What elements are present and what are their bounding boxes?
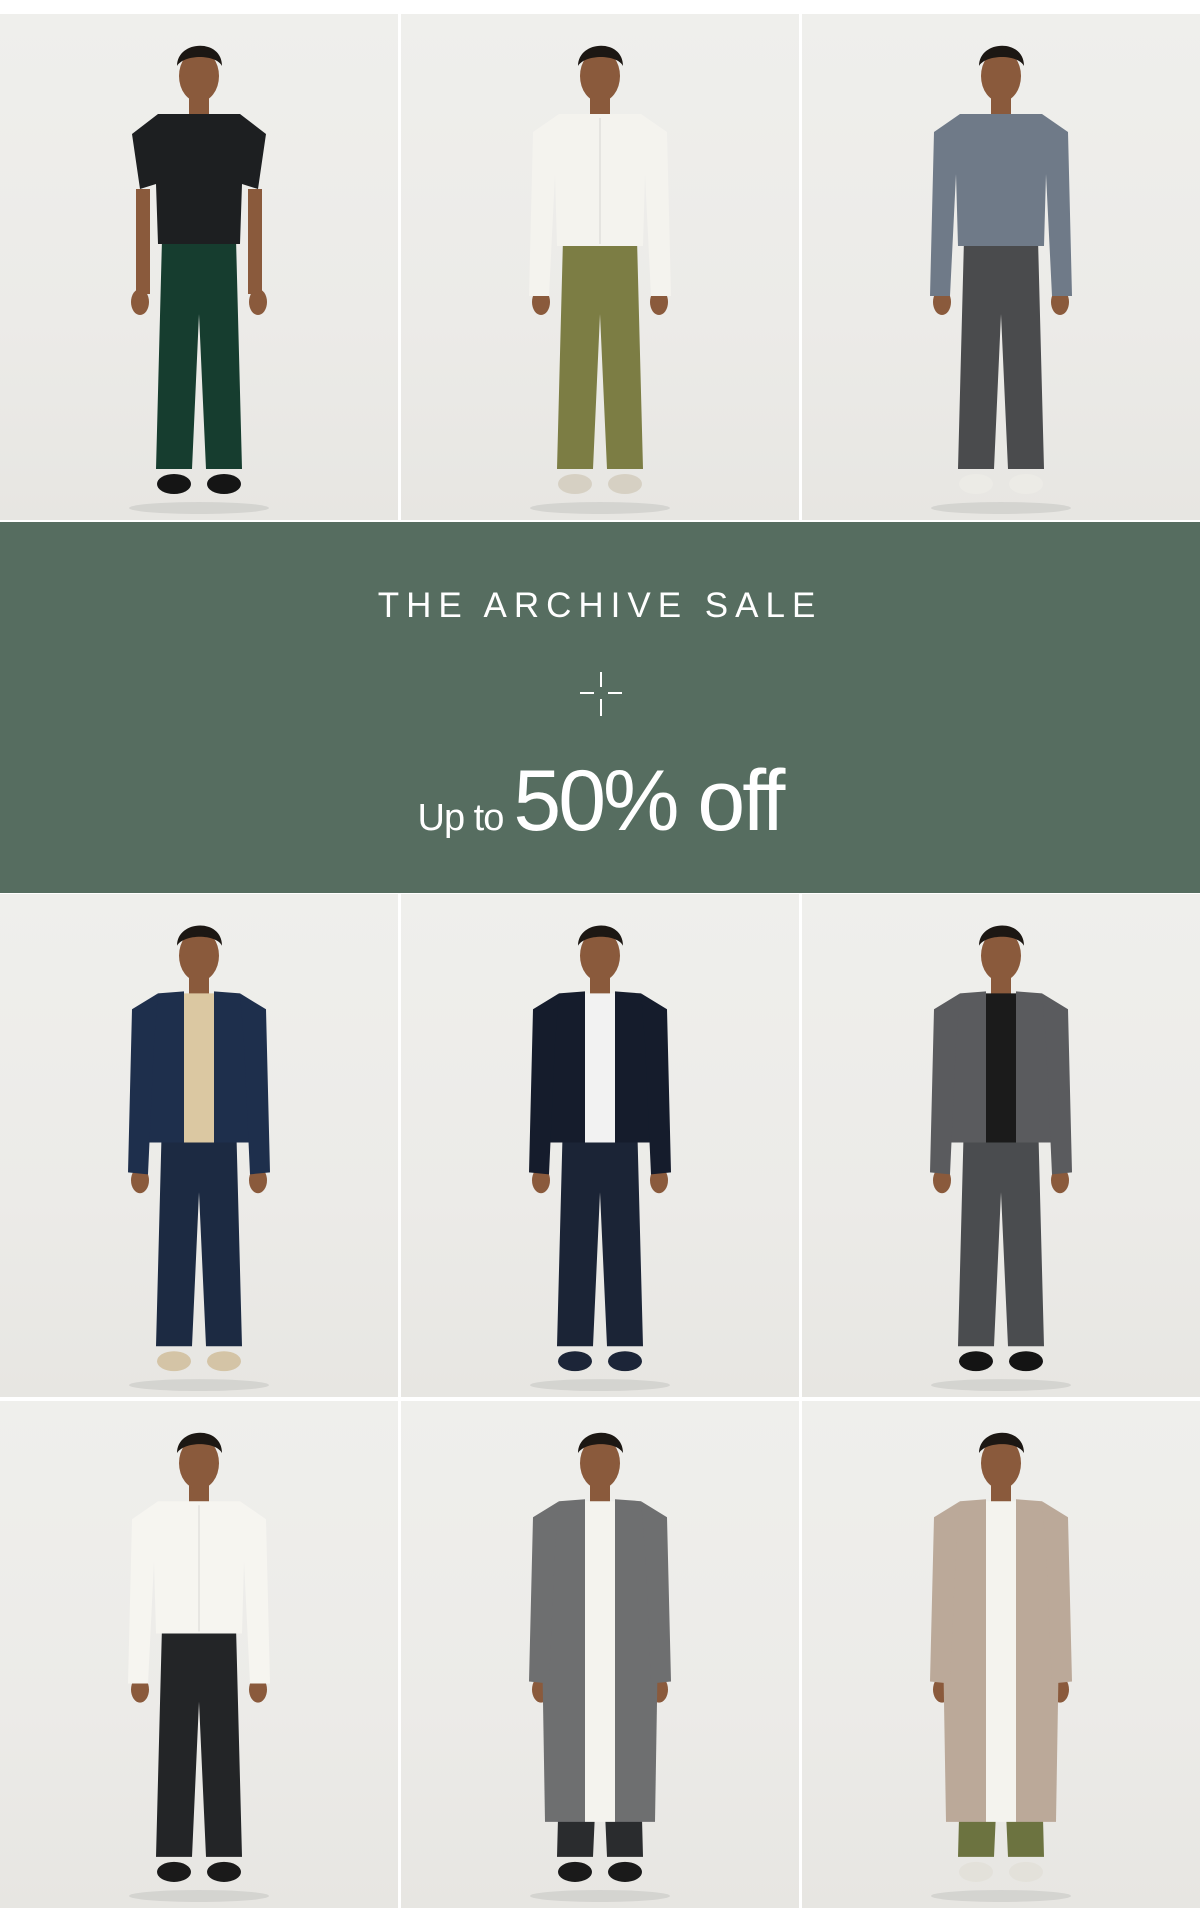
model-photo: [930, 1432, 1072, 1902]
product-grid-top: [0, 14, 1200, 520]
shoe-right: [207, 1351, 241, 1372]
sparkle-cross-icon: [580, 672, 622, 716]
product-tile[interactable]: [802, 894, 1200, 1397]
archive-sale-banner[interactable]: THE ARCHIVE SALE Up to 50% off: [0, 522, 1200, 893]
pants: [156, 239, 242, 469]
model-photo: [930, 45, 1072, 514]
shoe-left: [558, 1861, 592, 1882]
shoe-right: [207, 1861, 241, 1882]
banner-offer: Up to 50% off: [0, 752, 1200, 851]
shoe-right: [207, 474, 241, 494]
product-tile[interactable]: [802, 1401, 1200, 1908]
product-grid-bottom: [0, 1401, 1200, 1908]
banner-title: THE ARCHIVE SALE: [377, 586, 823, 625]
product-tile[interactable]: [0, 1401, 398, 1908]
inner-top: [986, 1501, 1016, 1822]
model-photo: [129, 45, 269, 514]
shoe-right: [1009, 474, 1043, 494]
product-tile[interactable]: [401, 1401, 799, 1908]
pants: [557, 1117, 643, 1347]
pants: [156, 1626, 242, 1857]
shoe-left: [959, 1351, 993, 1372]
product-tile[interactable]: [401, 14, 799, 520]
product-grid-middle: [0, 894, 1200, 1397]
pants: [557, 239, 643, 469]
inner-top: [986, 993, 1016, 1143]
shoe-left: [157, 1351, 191, 1372]
shoe-left: [959, 474, 993, 494]
model-photo: [930, 925, 1072, 1392]
pants: [958, 1117, 1044, 1347]
product-tile[interactable]: [0, 14, 398, 520]
model-photo: [128, 1432, 270, 1902]
inner-top: [585, 1501, 615, 1822]
shoe-left: [157, 1861, 191, 1882]
shoe-right: [608, 1351, 642, 1372]
inner-top: [184, 993, 214, 1143]
shoe-right: [1009, 1861, 1043, 1882]
inner-top: [585, 993, 615, 1143]
tshirt: [132, 114, 266, 244]
model-photo: [529, 45, 671, 514]
shoe-left: [558, 1351, 592, 1372]
product-tile[interactable]: [401, 894, 799, 1397]
shoe-right: [608, 474, 642, 494]
pants: [156, 1117, 242, 1347]
product-tile[interactable]: [0, 894, 398, 1397]
shoe-left: [959, 1861, 993, 1882]
model-photo: [128, 925, 270, 1392]
offer-prefix: Up to: [417, 797, 505, 839]
offer-discount: 50% off: [513, 753, 785, 849]
shoe-right: [608, 1861, 642, 1882]
model-photo: [529, 925, 671, 1392]
product-tile[interactable]: [802, 14, 1200, 520]
model-photo: [529, 1432, 671, 1902]
pants: [958, 239, 1044, 469]
shoe-right: [1009, 1351, 1043, 1372]
shoe-left: [157, 474, 191, 494]
shoe-left: [558, 474, 592, 494]
